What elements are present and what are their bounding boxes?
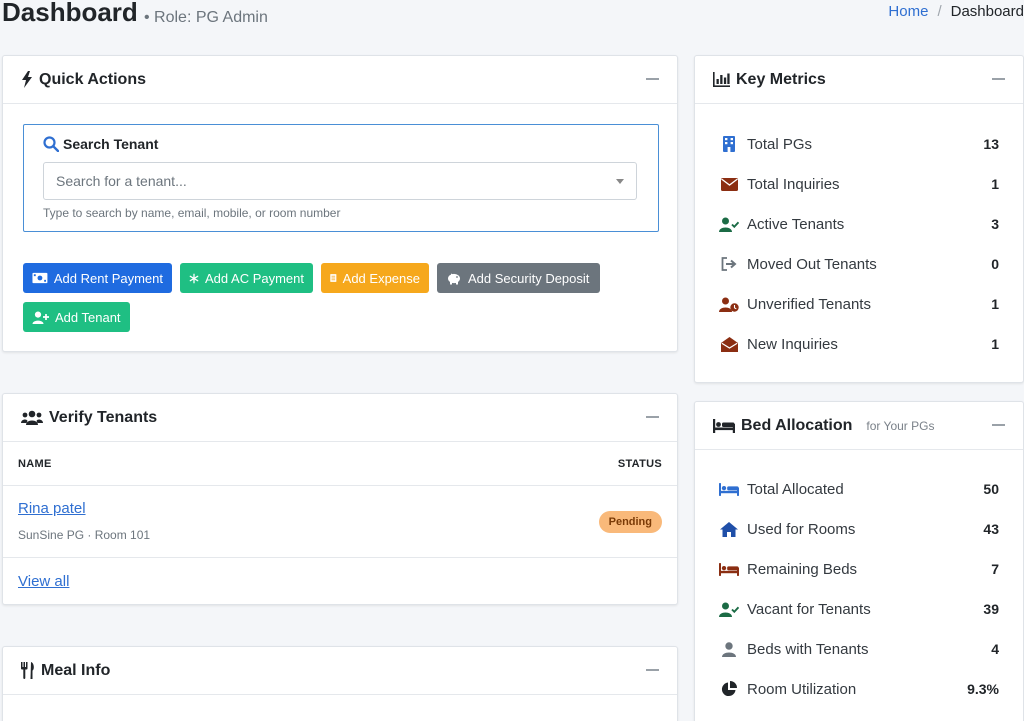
quick-actions-title: Quick Actions <box>39 70 146 88</box>
verify-tenants-title: Verify Tenants <box>49 408 158 426</box>
metric-new-inquiries: New Inquiries 1 <box>719 333 999 355</box>
pie-chart-icon <box>719 680 739 698</box>
envelope-open-icon <box>719 335 739 353</box>
add-rent-payment-button[interactable]: Add Rent Payment <box>23 263 172 293</box>
column-header-status: STATUS <box>617 458 662 470</box>
search-icon <box>43 136 59 152</box>
meal-info-header: Meal Info <box>3 647 677 695</box>
metric-total-pgs: Total PGs 13 <box>719 133 999 155</box>
key-metrics-card: Key Metrics Total PGs 13 Total Inquiries… <box>694 55 1024 383</box>
minus-icon <box>646 78 659 80</box>
breadcrumb-home-link[interactable]: Home <box>888 3 928 20</box>
breadcrumb-current: Dashboard <box>950 3 1024 20</box>
bed-icon <box>713 418 735 433</box>
tenant-name-link[interactable]: Rina patel <box>18 500 86 517</box>
bed-allocation-card: Bed Allocation for Your PGs Total Alloca… <box>694 401 1024 721</box>
status-badge: Pending <box>598 511 662 533</box>
view-all-link[interactable]: View all <box>18 573 69 590</box>
role-label: • Role: PG Admin <box>144 9 268 26</box>
bar-chart-icon <box>713 72 730 87</box>
add-expense-button[interactable]: Add Expense <box>321 263 429 293</box>
bed-allocation-collapse-button[interactable] <box>983 414 1013 436</box>
verify-tenants-header: Verify Tenants <box>3 394 677 442</box>
key-metrics-title: Key Metrics <box>736 70 826 88</box>
page-title: Dashboard <box>2 0 138 27</box>
minus-icon <box>646 416 659 418</box>
money-bill-icon <box>32 272 48 284</box>
page-header: Dashboard • Role: PG Admin Home / Dashbo… <box>0 0 1024 36</box>
bed-remaining-beds: Remaining Beds 7 <box>719 558 999 580</box>
bed-room-utilization: Room Utilization 9.3% <box>719 678 999 700</box>
verify-tenants-collapse-button[interactable] <box>637 406 667 428</box>
add-ac-payment-button[interactable]: Add AC Payment <box>180 263 313 293</box>
column-header-name: NAME <box>18 458 52 470</box>
table-divider <box>3 485 677 486</box>
breadcrumb: Home / Dashboard <box>888 3 1024 20</box>
search-tenant-label: Search Tenant <box>63 136 159 152</box>
tenant-detail: SunSine PG · Room 101 <box>18 528 151 542</box>
user-clock-icon <box>719 295 739 313</box>
chevron-down-icon[interactable] <box>616 179 624 184</box>
meal-info-card: Meal Info <box>2 646 678 721</box>
users-icon <box>21 410 43 425</box>
user-check-icon <box>719 215 739 233</box>
quick-actions-card: Quick Actions Search Tenant Type to sear… <box>2 55 678 352</box>
key-metrics-header: Key Metrics <box>695 56 1023 104</box>
bed-icon <box>719 480 739 498</box>
snowflake-icon <box>189 273 199 283</box>
bed-allocation-subtitle: for Your PGs <box>866 418 935 433</box>
user-icon <box>719 640 739 658</box>
sign-out-icon <box>719 255 739 273</box>
metric-unverified-tenants: Unverified Tenants 1 <box>719 293 999 315</box>
table-divider <box>3 557 677 558</box>
search-help-text: Type to search by name, email, mobile, o… <box>43 206 341 220</box>
bolt-icon <box>22 71 32 88</box>
minus-icon <box>992 78 1005 80</box>
breadcrumb-separator: / <box>937 3 942 20</box>
minus-icon <box>992 424 1005 426</box>
bed-total-allocated: Total Allocated 50 <box>719 478 999 500</box>
search-tenant-panel: Search Tenant Type to search by name, em… <box>23 124 659 232</box>
bed-icon <box>719 560 739 578</box>
search-tenant-input[interactable] <box>44 163 604 199</box>
user-plus-icon <box>32 311 49 324</box>
user-check-icon <box>719 600 739 618</box>
minus-icon <box>646 669 659 671</box>
bed-used-for-rooms: Used for Rooms 43 <box>719 518 999 540</box>
metric-active-tenants: Active Tenants 3 <box>719 213 999 235</box>
building-icon <box>719 135 739 153</box>
key-metrics-collapse-button[interactable] <box>983 68 1013 90</box>
bed-allocation-title: Bed Allocation <box>741 416 853 434</box>
piggy-bank-icon <box>448 273 460 284</box>
utensils-icon <box>21 662 34 679</box>
verify-tenants-card: Verify Tenants NAME STATUS Rina patel Su… <box>2 393 678 605</box>
bed-beds-with-tenants: Beds with Tenants 4 <box>719 638 999 660</box>
bed-vacant-for-tenants: Vacant for Tenants 39 <box>719 598 999 620</box>
receipt-icon <box>330 274 337 282</box>
envelope-icon <box>719 175 739 193</box>
add-security-deposit-button[interactable]: Add Security Deposit <box>437 263 600 293</box>
search-tenant-select[interactable] <box>43 162 637 200</box>
meal-info-title: Meal Info <box>41 661 111 679</box>
quick-actions-collapse-button[interactable] <box>637 68 667 90</box>
bed-allocation-header: Bed Allocation for Your PGs <box>695 402 1023 450</box>
meal-info-collapse-button[interactable] <box>637 659 667 681</box>
quick-actions-header: Quick Actions <box>3 56 677 104</box>
add-tenant-button[interactable]: Add Tenant <box>23 302 130 332</box>
home-icon <box>719 520 739 538</box>
metric-moved-out-tenants: Moved Out Tenants 0 <box>719 253 999 275</box>
metric-total-inquiries: Total Inquiries 1 <box>719 173 999 195</box>
